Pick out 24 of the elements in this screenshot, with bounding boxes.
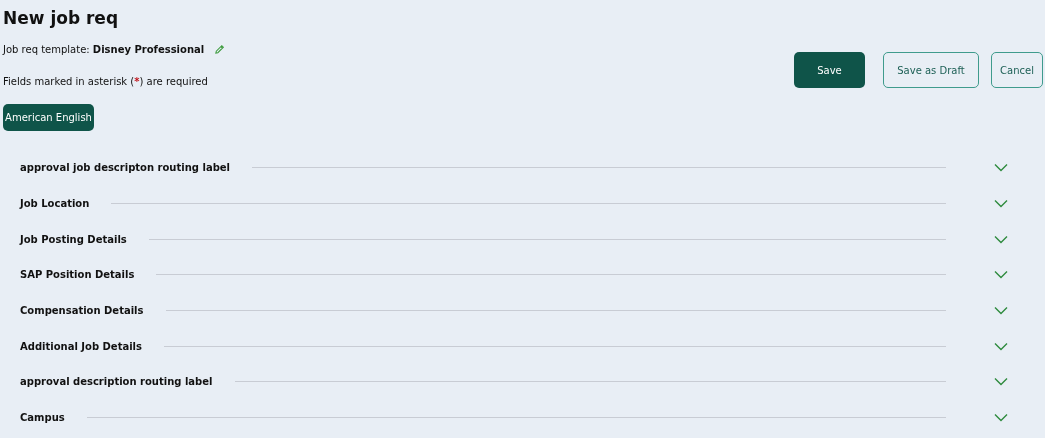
chevron-icon[interactable] (994, 270, 1008, 280)
save-button[interactable]: Save (794, 52, 865, 88)
section-title[interactable]: Compensation Details (20, 303, 144, 319)
chevron-icon[interactable] (994, 306, 1008, 316)
section-title[interactable]: Campus (20, 410, 65, 426)
chevron-icon[interactable] (994, 163, 1008, 173)
required-note: Fields marked in asterisk (*) are required (3, 75, 209, 89)
pencil-icon[interactable] (214, 44, 226, 55)
section-title[interactable]: Job Location (20, 196, 90, 212)
section-title[interactable]: Job Posting Details (20, 231, 127, 247)
language-button[interactable]: American English (3, 104, 94, 131)
section-title[interactable]: approval description routing label (20, 374, 213, 390)
cancel-button[interactable]: Cancel (991, 52, 1043, 88)
section-title[interactable]: SAP Position Details (20, 267, 135, 283)
chevron-icon[interactable] (994, 413, 1008, 423)
chevron-icon[interactable] (994, 341, 1008, 351)
chevron-icon[interactable] (994, 377, 1008, 387)
page-title: New job req (3, 7, 120, 30)
template-label: Job req template: Disney Professional (3, 43, 205, 57)
section-title[interactable]: approval job descripton routing label (20, 160, 230, 176)
chevron-icon[interactable] (994, 199, 1008, 209)
save-draft-button[interactable]: Save as Draft (883, 52, 979, 88)
section-title[interactable]: Additional Job Details (20, 338, 142, 354)
chevron-icon[interactable] (994, 234, 1008, 244)
